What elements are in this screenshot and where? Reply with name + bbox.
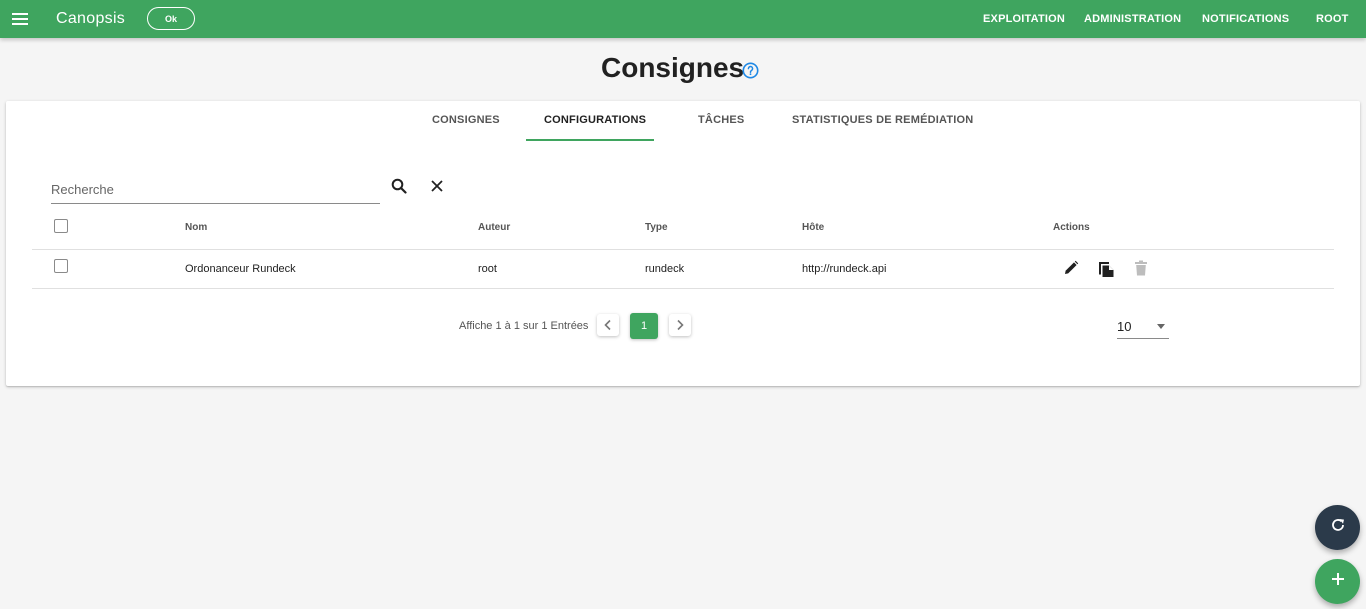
nav-notifications[interactable]: NOTIFICATIONS — [1202, 0, 1289, 38]
pencil-icon[interactable] — [1061, 258, 1081, 278]
column-header-nom[interactable]: Nom — [185, 222, 207, 233]
refresh-icon — [1330, 517, 1346, 538]
tab-consignes[interactable]: CONSIGNES — [432, 114, 500, 126]
caret-down-icon — [1157, 324, 1165, 329]
divider — [32, 249, 1334, 250]
healthcheck-status-chip[interactable]: Ok — [147, 7, 195, 30]
app-name[interactable]: Canopsis — [56, 10, 125, 28]
tab-taches[interactable]: TÂCHES — [698, 114, 744, 126]
content-card — [6, 101, 1360, 386]
top-bar: Canopsis Ok EXPLOITATION ADMINISTRATION … — [0, 0, 1366, 38]
refresh-button[interactable] — [1315, 505, 1360, 550]
row-checkbox[interactable] — [54, 259, 68, 273]
cell-type: rundeck — [645, 263, 685, 275]
chevron-left-icon[interactable] — [597, 314, 619, 336]
nav-exploitation[interactable]: EXPLOITATION — [983, 0, 1065, 38]
pagination-page-1[interactable]: 1 — [630, 313, 658, 339]
add-button[interactable] — [1315, 559, 1360, 604]
page-title: Consignes — [601, 52, 745, 83]
column-header-actions: Actions — [1053, 222, 1090, 233]
pagination-info: Affiche 1 à 1 sur 1 Entrées — [459, 320, 589, 332]
search-field — [51, 176, 380, 204]
trash-icon[interactable] — [1131, 258, 1151, 278]
close-icon[interactable] — [427, 176, 447, 196]
search-icon[interactable] — [389, 176, 409, 196]
select-all-checkbox[interactable] — [54, 219, 68, 233]
cell-nom: Ordonanceur Rundeck — [185, 263, 296, 275]
column-header-type[interactable]: Type — [645, 222, 668, 233]
nav-administration[interactable]: ADMINISTRATION — [1084, 0, 1181, 38]
copy-icon[interactable] — [1096, 258, 1116, 278]
column-header-hote[interactable]: Hôte — [802, 222, 824, 233]
active-tab-indicator — [526, 139, 654, 141]
cell-auteur: root — [478, 263, 497, 275]
tab-configurations[interactable]: CONFIGURATIONS — [544, 114, 646, 126]
rows-per-page-value: 10 — [1117, 319, 1132, 334]
search-input[interactable] — [51, 176, 380, 202]
column-header-auteur[interactable]: Auteur — [478, 222, 510, 233]
nav-user-root[interactable]: ROOT — [1316, 0, 1349, 38]
chevron-right-icon[interactable] — [669, 314, 691, 336]
plus-icon — [1330, 571, 1346, 592]
tab-statistiques-remediation[interactable]: STATISTIQUES DE REMÉDIATION — [792, 114, 973, 126]
help-circle-icon[interactable] — [742, 62, 759, 79]
rows-per-page-select[interactable]: 10 — [1117, 316, 1169, 339]
cell-hote: http://rundeck.api — [802, 263, 887, 275]
divider — [32, 288, 1334, 289]
menu-icon[interactable] — [10, 8, 32, 30]
